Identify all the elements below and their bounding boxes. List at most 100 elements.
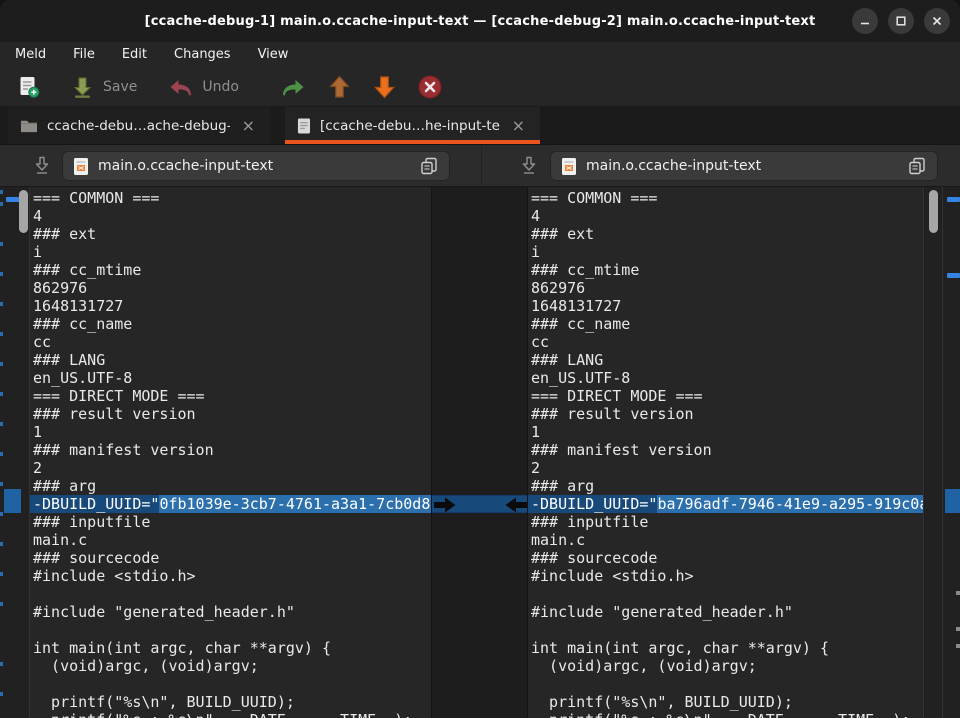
filename-right: main.o.ccache-input-text [586,158,898,174]
file-selector-right[interactable]: main.o.ccache-input-text [550,151,938,181]
scrollbar-thumb-right[interactable] [929,190,938,233]
titlebar[interactable]: [ccache-debug-1] main.o.ccache-input-tex… [0,0,960,42]
tab-close-icon[interactable]: × [239,117,258,135]
diff-changed-text: ba796adf-7946-41e9-a295-919c0a7 [657,495,924,513]
minimize-icon [858,14,872,28]
chunk-marker [947,197,960,202]
tab-ccache-input-text[interactable]: [ccache-debu…he-input-text × [285,107,540,144]
file-header-row: main.o.ccache-input-text main.o.ccache-i… [0,145,960,187]
file-selector-left[interactable]: main.o.ccache-input-text [62,151,450,181]
code-line: 1648131727 [30,297,431,315]
push-right-arrow-icon[interactable] [434,497,456,513]
code-line: cc [30,333,431,351]
tab-label: ccache-debu…ache-debug-2 [47,118,230,134]
code-line: ### result version [528,405,923,423]
code-line: 4 [30,207,431,225]
edge-tick [0,272,3,276]
minimize-button[interactable] [852,8,878,34]
copy-icon[interactable] [419,156,439,176]
diff-content: === COMMON ===4### exti### cc_mtime86297… [0,187,960,718]
next-change-icon[interactable] [372,74,397,100]
edge-tick [0,482,3,486]
menu-edit[interactable]: Edit [122,47,147,62]
edge-tick [0,512,3,516]
close-button[interactable] [924,8,950,34]
code-line: ### sourcecode [30,549,431,567]
tab-label: [ccache-debu…he-input-text [320,118,500,134]
save-label[interactable]: Save [103,79,137,95]
scrollbar-track-right[interactable] [925,187,942,718]
stop-icon[interactable] [417,74,443,100]
code-line: int main(int argc, char **argv) { [30,639,431,657]
code-line: cc [528,333,923,351]
save-pane-right-icon[interactable] [520,156,538,175]
text-pane-left[interactable]: === COMMON ===4### exti### cc_mtime86297… [30,187,432,718]
code-line: ### inputfile [30,513,431,531]
save-icon[interactable] [71,75,94,99]
diff-changed-text: 0fb1039e-3cb7-4761-a3a1-7cb0d87 [159,495,432,513]
code-line: === DIRECT MODE === [528,387,923,405]
diff-changed-line[interactable]: -DBUILD_UUID="ba796adf-7946-41e9-a295-91… [528,495,923,513]
chunk-map-right[interactable] [942,187,960,718]
code-line: ### manifest version [30,441,431,459]
code-line: === COMMON === [30,189,431,207]
code-line: main.c [30,531,431,549]
edge-tick [0,602,3,606]
code-line: (void)argc, (void)argv; [528,657,923,675]
scrollbar-thumb-left[interactable] [19,190,28,233]
menu-file[interactable]: File [73,47,95,62]
diff-changed-line[interactable]: -DBUILD_UUID="0fb1039e-3cb7-4761-a3a1-7c… [30,495,431,513]
code-line [30,585,431,603]
folder-icon [20,118,38,134]
code-line: ### cc_mtime [30,261,431,279]
code-line: === DIRECT MODE === [30,387,431,405]
menu-changes[interactable]: Changes [174,47,231,62]
undo-icon[interactable] [167,76,193,98]
menubar: Meld File Edit Changes View [0,42,960,67]
code-line: 1 [528,423,923,441]
chunk-marker [6,197,20,202]
code-line [528,675,923,693]
code-line: ### sourcecode [528,549,923,567]
code-line: 1648131727 [528,297,923,315]
code-line [528,585,923,603]
current-chunk-marker [4,489,21,513]
edge-tick [0,422,3,426]
text-pane-right[interactable]: === COMMON ===4### exti### cc_mtime86297… [527,187,924,718]
save-pane-left-icon[interactable] [33,156,51,175]
code-line: #include "generated_header.h" [30,603,431,621]
edge-tick [956,627,960,631]
undo-label[interactable]: Undo [202,79,239,95]
maximize-icon [894,14,908,28]
code-line: printf("%s : %s\n", __DATE__, __TIME__); [528,711,923,718]
window-title: [ccache-debug-1] main.o.ccache-input-tex… [145,14,816,29]
chunk-marker [947,273,960,278]
copy-icon[interactable] [907,156,927,176]
chunk-map-left[interactable] [0,187,30,718]
code-line: ### arg [30,477,431,495]
tab-ccache-debug-folders[interactable]: ccache-debu…ache-debug-2 × [8,107,270,144]
code-line: ### result version [30,405,431,423]
edge-tick [0,542,3,546]
text-file-icon [73,157,89,176]
menu-view[interactable]: View [258,47,289,62]
new-comparison-icon[interactable] [17,75,41,99]
edge-tick [0,202,3,206]
redo-icon[interactable] [281,76,307,98]
edge-tick [0,362,3,366]
maximize-button[interactable] [888,8,914,34]
code-line: ### ext [30,225,431,243]
edge-tick [956,591,960,595]
code-line: ### inputfile [528,513,923,531]
edge-tick [0,692,3,696]
tab-close-icon[interactable]: × [509,117,528,135]
edge-tick [0,242,3,246]
previous-change-icon[interactable] [327,74,352,100]
code-line: ### LANG [528,351,923,369]
menu-meld[interactable]: Meld [15,47,46,62]
code-line: printf("%s\n", BUILD_UUID); [528,693,923,711]
code-line: i [528,243,923,261]
push-left-arrow-icon[interactable] [505,497,527,513]
code-line: i [30,243,431,261]
code-line [30,621,431,639]
